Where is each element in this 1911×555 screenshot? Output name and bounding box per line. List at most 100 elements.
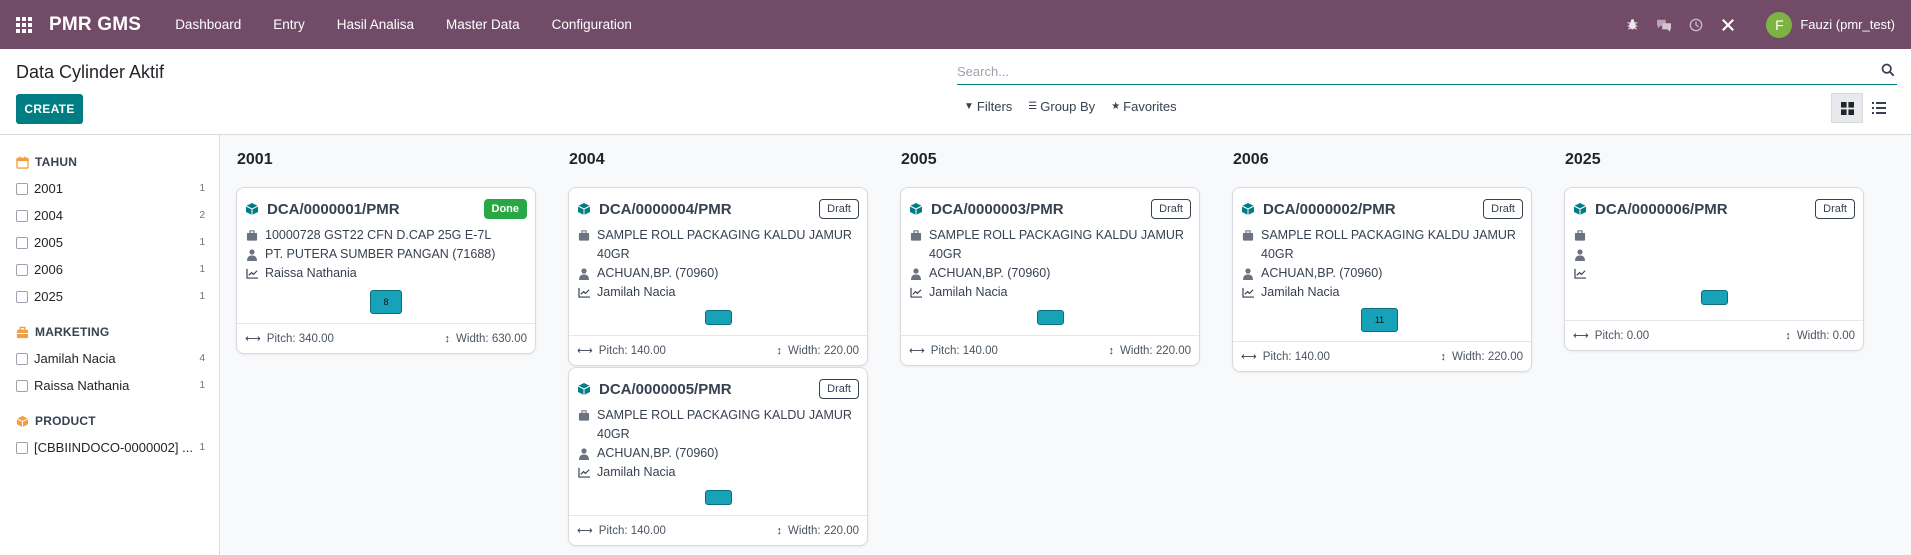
kanban-grid-icon xyxy=(1840,101,1854,115)
filters-button[interactable]: ▼ Filters xyxy=(964,99,1012,114)
marketing-name: Jamilah Nacia xyxy=(929,285,1008,299)
status-badge: Draft xyxy=(1151,199,1191,219)
facet-item[interactable]: 2006 1 xyxy=(0,256,219,283)
kanban-card[interactable]: DCA/0000004/PMR Draft SAMPLE ROLL PACKAG… xyxy=(568,187,868,366)
user-icon xyxy=(1241,264,1255,283)
arrows-v-icon: ↕ xyxy=(444,332,451,345)
view-switcher xyxy=(1831,93,1895,123)
cube-icon xyxy=(1573,203,1587,215)
star-icon: ★ xyxy=(1111,101,1121,112)
arrows-v-icon: ↕ xyxy=(1108,344,1115,357)
arrows-h-icon: ⟷ xyxy=(245,333,261,345)
customer-name: ACHUAN,BP. (70960) xyxy=(1261,266,1383,280)
menu-entry[interactable]: Entry xyxy=(257,0,321,49)
card-reference: DCA/0000004/PMR xyxy=(599,200,732,218)
kanban-card[interactable]: DCA/0000002/PMR Draft SAMPLE ROLL PACKAG… xyxy=(1232,187,1532,372)
kanban-view-button[interactable] xyxy=(1831,93,1863,123)
facet-label: 2001 xyxy=(34,181,63,196)
menu-configuration[interactable]: Configuration xyxy=(536,0,648,49)
facet-item[interactable]: [CBBIINDOCO-0000002] ... 1 xyxy=(0,434,219,461)
card-footer: ⟷ Pitch: 0.00 ↕ Width: 0.00 xyxy=(1565,320,1863,350)
status-badge: Draft xyxy=(819,199,859,219)
color-tag: 8 xyxy=(370,290,402,314)
bars-icon: ☰ xyxy=(1028,101,1038,112)
kanban-card[interactable]: DCA/0000005/PMR Draft SAMPLE ROLL PACKAG… xyxy=(568,367,868,546)
checkbox[interactable] xyxy=(16,352,28,365)
chat-icon[interactable] xyxy=(1648,0,1680,49)
kanban-card[interactable]: DCA/0000003/PMR Draft SAMPLE ROLL PACKAG… xyxy=(900,187,1200,366)
list-view-button[interactable] xyxy=(1863,93,1895,123)
card-reference: DCA/0000005/PMR xyxy=(599,380,732,398)
briefcase-icon xyxy=(1573,226,1587,245)
pitch-value: Pitch: 140.00 xyxy=(598,344,666,357)
apps-grid-icon xyxy=(16,16,32,33)
facet-label: Raissa Nathania xyxy=(34,378,130,393)
facet-item[interactable]: 2001 1 xyxy=(0,175,219,202)
clock-icon[interactable] xyxy=(1680,0,1712,49)
pitch-value: Pitch: 340.00 xyxy=(266,332,334,345)
favorites-label: Favorites xyxy=(1123,99,1177,114)
briefcase-icon xyxy=(909,226,923,245)
arrows-h-icon: ⟷ xyxy=(1573,330,1589,342)
avatar: F xyxy=(1766,11,1793,38)
checkbox[interactable] xyxy=(16,379,28,392)
checkbox[interactable] xyxy=(16,263,28,276)
menu-hasil-analisa[interactable]: Hasil Analisa xyxy=(321,0,430,49)
apps-menu-button[interactable] xyxy=(0,0,48,49)
arrows-v-icon: ↕ xyxy=(776,524,783,537)
tools-icon[interactable] xyxy=(1712,0,1744,49)
control-panel: Data Cylinder Aktif CREATE ▼ Filters ☰ G… xyxy=(0,49,1911,135)
section-title: MARKETING xyxy=(35,325,110,339)
filters-label: Filters xyxy=(976,99,1013,114)
customer-name: ACHUAN,BP. (70960) xyxy=(597,266,719,280)
facet-label: 2005 xyxy=(34,235,63,250)
facet-count: 1 xyxy=(199,264,205,275)
user-menu[interactable]: F Fauzi (pmr_test) xyxy=(1766,11,1895,38)
pitch-value: Pitch: 140.00 xyxy=(1262,350,1330,363)
search-bar xyxy=(957,59,1897,85)
checkbox[interactable] xyxy=(16,209,28,222)
facet-count: 1 xyxy=(199,183,205,194)
width-value: Width: 220.00 xyxy=(1120,344,1191,357)
facet-item[interactable]: 2004 2 xyxy=(0,202,219,229)
card-reference: DCA/0000003/PMR xyxy=(931,200,1064,218)
status-badge: Done xyxy=(483,199,527,219)
kanban-board: 2001 DCA/0000001/PMR Done 10000728 GST22… xyxy=(221,135,1911,555)
customer-name: ACHUAN,BP. (70960) xyxy=(597,446,719,460)
bug-icon[interactable] xyxy=(1616,0,1648,49)
search-input[interactable] xyxy=(957,59,1867,83)
facet-item[interactable]: 2005 1 xyxy=(0,229,219,256)
app-brand[interactable]: PMR GMS xyxy=(49,14,141,36)
customer-name: ACHUAN,BP. (70960) xyxy=(929,266,1051,280)
marketing-name: Raissa Nathania xyxy=(265,266,357,280)
cube-icon xyxy=(1241,203,1255,215)
search-icon[interactable] xyxy=(1881,63,1895,77)
arrows-h-icon: ⟷ xyxy=(577,345,593,357)
favorites-button[interactable]: ★ Favorites xyxy=(1111,99,1176,114)
page-title: Data Cylinder Aktif xyxy=(16,62,165,82)
user-icon xyxy=(1573,245,1587,264)
width-value: Width: 0.00 xyxy=(1796,329,1855,342)
search-panel: TAHUN 2001 1 2004 2 2005 1 2006 1 2025 1 MARK… xyxy=(0,135,220,555)
checkbox[interactable] xyxy=(16,236,28,249)
group-by-button[interactable]: ☰ Group By xyxy=(1028,99,1095,114)
checkbox[interactable] xyxy=(16,182,28,195)
facet-item[interactable]: Raissa Nathania 1 xyxy=(0,372,219,399)
kanban-card[interactable]: DCA/0000006/PMR Draft ⟷ Pitch: 0.00 ↕ Widt… xyxy=(1564,187,1864,351)
facet-count: 1 xyxy=(199,291,205,302)
cube-icon xyxy=(245,203,259,215)
width-value: Width: 220.00 xyxy=(788,344,859,357)
checkbox[interactable] xyxy=(16,441,28,454)
width-value: Width: 630.00 xyxy=(456,332,527,345)
kanban-card[interactable]: DCA/0000001/PMR Done 10000728 GST22 CFN … xyxy=(236,187,536,354)
checkbox[interactable] xyxy=(16,290,28,303)
arrows-h-icon: ⟷ xyxy=(577,525,593,537)
menu-dashboard[interactable]: Dashboard xyxy=(159,0,257,49)
briefcase-icon xyxy=(577,406,591,425)
create-button[interactable]: CREATE xyxy=(16,94,83,124)
menu-master-data[interactable]: Master Data xyxy=(430,0,536,49)
marketing-name: Jamilah Nacia xyxy=(1261,285,1340,299)
facet-item[interactable]: 2025 1 xyxy=(0,283,219,310)
facet-item[interactable]: Jamilah Nacia 4 xyxy=(0,345,219,372)
facet-count: 1 xyxy=(199,237,205,248)
